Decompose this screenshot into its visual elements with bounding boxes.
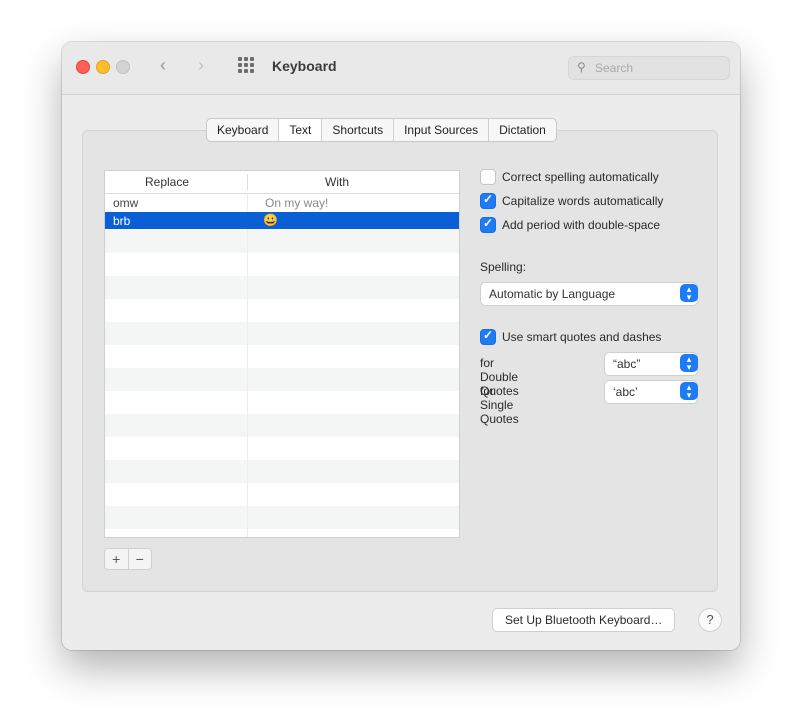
spelling-value: Automatic by Language: [489, 287, 616, 301]
back-chevron-icon[interactable]: ‹: [160, 55, 166, 76]
tab-bar: Keyboard Text Shortcuts Input Sources Di…: [206, 118, 557, 142]
popup-arrows-icon: ▴ ▾: [680, 382, 698, 400]
search-field[interactable]: ⚲ Search: [568, 56, 730, 80]
row-stripe: [105, 460, 459, 483]
double-space-label: Add period with double-space: [502, 218, 661, 232]
tab-shortcuts[interactable]: Shortcuts: [322, 119, 395, 141]
smart-quotes-label: Use smart quotes and dashes: [502, 330, 662, 344]
single-quotes-popup[interactable]: ‘abc’ ▴ ▾: [604, 380, 698, 404]
double-quotes-popup[interactable]: “abc” ▴ ▾: [604, 352, 698, 376]
replace-cell: omw: [113, 196, 139, 210]
column-header-with[interactable]: With: [325, 175, 349, 189]
tab-text[interactable]: Text: [279, 119, 323, 141]
zoom-button[interactable]: [116, 60, 130, 74]
tab-dictation[interactable]: Dictation: [489, 119, 556, 141]
replace-cell: brb: [113, 214, 131, 228]
forward-chevron-icon[interactable]: ›: [198, 55, 204, 76]
window-title: Keyboard: [272, 58, 337, 74]
text-replacement-table[interactable]: Replace With omw On my way! brb 😀: [104, 170, 460, 538]
popup-arrows-icon: ▴ ▾: [680, 284, 698, 302]
show-all-grid-icon[interactable]: [238, 57, 256, 75]
add-remove-control: + −: [104, 548, 152, 570]
with-cell: On my way!: [265, 196, 329, 210]
tab-keyboard[interactable]: Keyboard: [207, 119, 280, 141]
correct-spelling-checkbox[interactable]: [480, 169, 496, 185]
smart-quotes-checkbox[interactable]: [480, 328, 496, 345]
close-button[interactable]: [76, 60, 90, 74]
search-placeholder: Search: [595, 61, 634, 75]
correct-spelling-label: Correct spelling automatically: [502, 170, 659, 184]
minimize-button[interactable]: [96, 60, 110, 74]
title-bar: ‹ › Keyboard ⚲ Search: [62, 42, 740, 95]
row-stripe: [105, 276, 459, 299]
single-quotes-value: ‘abc’: [613, 385, 638, 399]
double-space-checkbox[interactable]: [480, 216, 496, 233]
remove-button[interactable]: −: [129, 549, 152, 569]
row-stripe: [105, 414, 459, 437]
spelling-popup[interactable]: Automatic by Language ▴ ▾: [480, 282, 698, 306]
table-row[interactable]: omw On my way!: [105, 194, 459, 211]
column-divider: [247, 194, 248, 537]
column-separator: [247, 174, 248, 190]
popup-arrows-icon: ▴ ▾: [680, 354, 698, 372]
column-header-replace[interactable]: Replace: [145, 175, 189, 189]
capitalize-checkbox[interactable]: [480, 192, 496, 209]
spelling-label: Spelling:: [480, 260, 527, 274]
row-stripe: [105, 368, 459, 391]
with-cell-emoji: 😀: [263, 213, 278, 227]
row-stripe: [105, 322, 459, 345]
row-stripe: [105, 230, 459, 253]
table-header: Replace With: [105, 171, 459, 194]
double-quotes-value: “abc”: [613, 357, 641, 371]
single-quotes-label: for Single Quotes: [480, 384, 519, 426]
keyboard-preferences-window: ‹ › Keyboard ⚲ Search Keyboard Text Shor…: [62, 42, 740, 650]
set-up-bluetooth-keyboard-button[interactable]: Set Up Bluetooth Keyboard…: [492, 608, 676, 632]
magnifier-icon: ⚲: [577, 60, 586, 74]
tab-input-sources[interactable]: Input Sources: [394, 119, 490, 141]
add-button[interactable]: +: [105, 549, 129, 569]
help-button[interactable]: ?: [698, 608, 722, 632]
row-stripe: [105, 506, 459, 529]
table-row-selected[interactable]: brb 😀: [105, 212, 459, 229]
capitalize-label: Capitalize words automatically: [502, 194, 664, 208]
